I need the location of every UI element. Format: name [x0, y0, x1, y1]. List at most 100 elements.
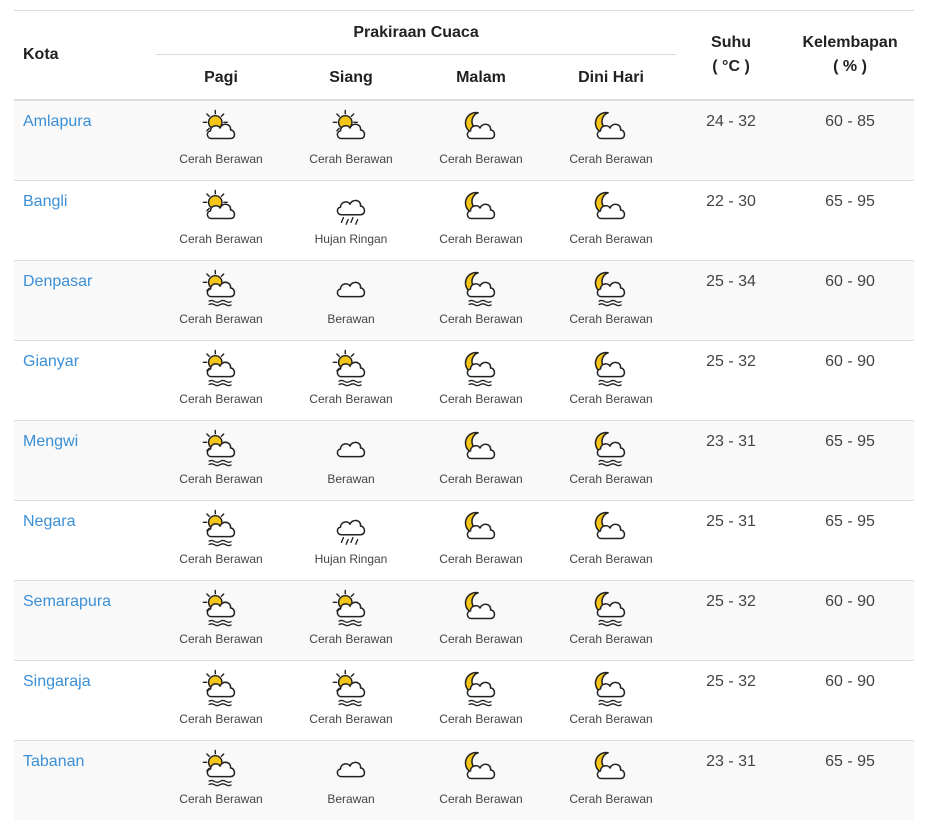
- table-row: Bangli Cerah Berawan Hujan Ringan Cerah …: [14, 180, 915, 260]
- header-pagi: Pagi: [156, 56, 286, 101]
- sun-cloud-haze-icon: [286, 589, 416, 629]
- moon-cloud-haze-icon: [546, 429, 676, 469]
- forecast-cell-malam: Cerah Berawan: [416, 580, 546, 660]
- sun-cloud-icon: [156, 189, 286, 229]
- forecast-cell-pagi: Cerah Berawan: [156, 340, 286, 420]
- city-cell: Mengwi: [14, 420, 156, 500]
- forecast-cell-dini-hari: Cerah Berawan: [546, 100, 676, 180]
- forecast-cell-siang: Cerah Berawan: [286, 100, 416, 180]
- suhu-value: 25 - 31: [706, 512, 756, 530]
- header-dini-hari: Dini Hari: [546, 56, 677, 101]
- forecast-cell-malam: Cerah Berawan: [416, 340, 546, 420]
- suhu-value: 22 - 30: [706, 192, 756, 210]
- sun-cloud-icon: [156, 109, 286, 149]
- table-row: Amlapura Cerah Berawan Cerah Berawan Cer…: [14, 100, 915, 180]
- forecast-cell-siang: Cerah Berawan: [286, 580, 416, 660]
- city-link[interactable]: Bangli: [14, 181, 67, 211]
- city-link[interactable]: Denpasar: [14, 261, 92, 291]
- header-suhu-label: Suhu: [711, 34, 752, 51]
- weather-label: Cerah Berawan: [439, 391, 523, 406]
- forecast-cell-malam: Cerah Berawan: [416, 420, 546, 500]
- kelembapan-value: 60 - 90: [825, 592, 875, 610]
- cloud-icon: [286, 269, 416, 309]
- header-siang: Siang: [286, 56, 416, 101]
- header-suhu: Suhu ( °C ): [676, 10, 787, 101]
- table-row: Mengwi Cerah Berawan Berawan Cerah Beraw…: [14, 420, 915, 500]
- weather-label: Cerah Berawan: [439, 471, 523, 486]
- forecast-cell-siang: Cerah Berawan: [286, 340, 416, 420]
- weather-label: Cerah Berawan: [439, 231, 523, 246]
- weather-label: Cerah Berawan: [569, 311, 653, 326]
- weather-label: Cerah Berawan: [179, 551, 263, 566]
- sun-cloud-haze-icon: [156, 749, 286, 789]
- weather-label: Cerah Berawan: [569, 391, 653, 406]
- weather-label: Cerah Berawan: [309, 391, 393, 406]
- city-link[interactable]: Gianyar: [14, 341, 79, 371]
- city-cell: Tabanan: [14, 740, 156, 820]
- forecast-cell-dini-hari: Cerah Berawan: [546, 580, 676, 660]
- city-link[interactable]: Tabanan: [14, 741, 84, 771]
- header-malam: Malam: [416, 56, 546, 101]
- kelembapan-value: 65 - 95: [825, 752, 875, 770]
- forecast-cell-malam: Cerah Berawan: [416, 100, 546, 180]
- weather-label: Cerah Berawan: [179, 471, 263, 486]
- weather-label: Cerah Berawan: [569, 231, 653, 246]
- suhu-value: 25 - 32: [706, 352, 756, 370]
- weather-label: Cerah Berawan: [439, 152, 523, 166]
- table-row: Semarapura Cerah Berawan Cerah Berawan C…: [14, 580, 915, 660]
- weather-label: Cerah Berawan: [439, 551, 523, 566]
- moon-cloud-icon: [546, 509, 676, 549]
- moon-cloud-haze-icon: [416, 349, 546, 389]
- weather-label: Cerah Berawan: [179, 231, 263, 246]
- moon-cloud-icon: [546, 109, 676, 149]
- table-body: Amlapura Cerah Berawan Cerah Berawan Cer…: [14, 100, 915, 820]
- weather-label: Cerah Berawan: [309, 711, 393, 726]
- kelembapan-value: 65 - 95: [825, 512, 875, 530]
- table-row: Singaraja Cerah Berawan Cerah Berawan Ce…: [14, 660, 915, 740]
- table-header: Kota Prakiraan Cuaca Suhu ( °C ) Kelemba…: [14, 10, 915, 101]
- header-prakiraan: Prakiraan Cuaca: [156, 11, 677, 57]
- weather-label: Cerah Berawan: [179, 311, 263, 326]
- kelembapan-value: 65 - 95: [825, 192, 875, 210]
- sun-cloud-icon: [286, 109, 416, 149]
- forecast-cell-siang: Berawan: [286, 740, 416, 820]
- moon-cloud-icon: [416, 509, 546, 549]
- header-suhu-unit: ( °C ): [712, 58, 750, 75]
- weather-label: Cerah Berawan: [439, 791, 523, 806]
- forecast-cell-pagi: Cerah Berawan: [156, 260, 286, 340]
- kelembapan-value: 60 - 90: [825, 352, 875, 370]
- forecast-cell-dini-hari: Cerah Berawan: [546, 740, 676, 820]
- city-cell: Semarapura: [14, 580, 156, 660]
- table-row: Gianyar Cerah Berawan Cerah Berawan Cera…: [14, 340, 915, 420]
- weather-label: Cerah Berawan: [179, 631, 263, 646]
- city-link[interactable]: Mengwi: [14, 421, 78, 451]
- table-row: Denpasar Cerah Berawan Berawan Cerah Ber…: [14, 260, 915, 340]
- city-cell: Denpasar: [14, 260, 156, 340]
- weather-label: Hujan Ringan: [314, 551, 388, 566]
- forecast-cell-pagi: Cerah Berawan: [156, 660, 286, 740]
- city-link[interactable]: Negara: [14, 501, 75, 531]
- city-link[interactable]: Semarapura: [14, 581, 111, 611]
- forecast-cell-dini-hari: Cerah Berawan: [546, 180, 676, 260]
- city-cell: Bangli: [14, 180, 156, 260]
- header-kelembapan-label: Kelembapan: [802, 34, 898, 51]
- sun-cloud-haze-icon: [156, 349, 286, 389]
- header-kelembapan: Kelembapan ( % ): [786, 10, 915, 101]
- weather-label: Cerah Berawan: [569, 791, 653, 806]
- city-link[interactable]: Singaraja: [14, 661, 91, 691]
- kelembapan-value: 60 - 90: [825, 672, 875, 690]
- moon-cloud-icon: [546, 189, 676, 229]
- forecast-cell-pagi: Cerah Berawan: [156, 580, 286, 660]
- forecast-cell-siang: Hujan Ringan: [286, 180, 416, 260]
- forecast-cell-malam: Cerah Berawan: [416, 660, 546, 740]
- city-link[interactable]: Amlapura: [14, 101, 91, 131]
- suhu-value: 24 - 32: [706, 113, 756, 130]
- moon-cloud-icon: [416, 749, 546, 789]
- weather-label: Cerah Berawan: [569, 711, 653, 726]
- sun-cloud-haze-icon: [156, 509, 286, 549]
- weather-label: Hujan Ringan: [314, 231, 388, 246]
- city-cell: Negara: [14, 500, 156, 580]
- suhu-value: 23 - 31: [706, 432, 756, 450]
- moon-cloud-haze-icon: [546, 269, 676, 309]
- forecast-cell-pagi: Cerah Berawan: [156, 500, 286, 580]
